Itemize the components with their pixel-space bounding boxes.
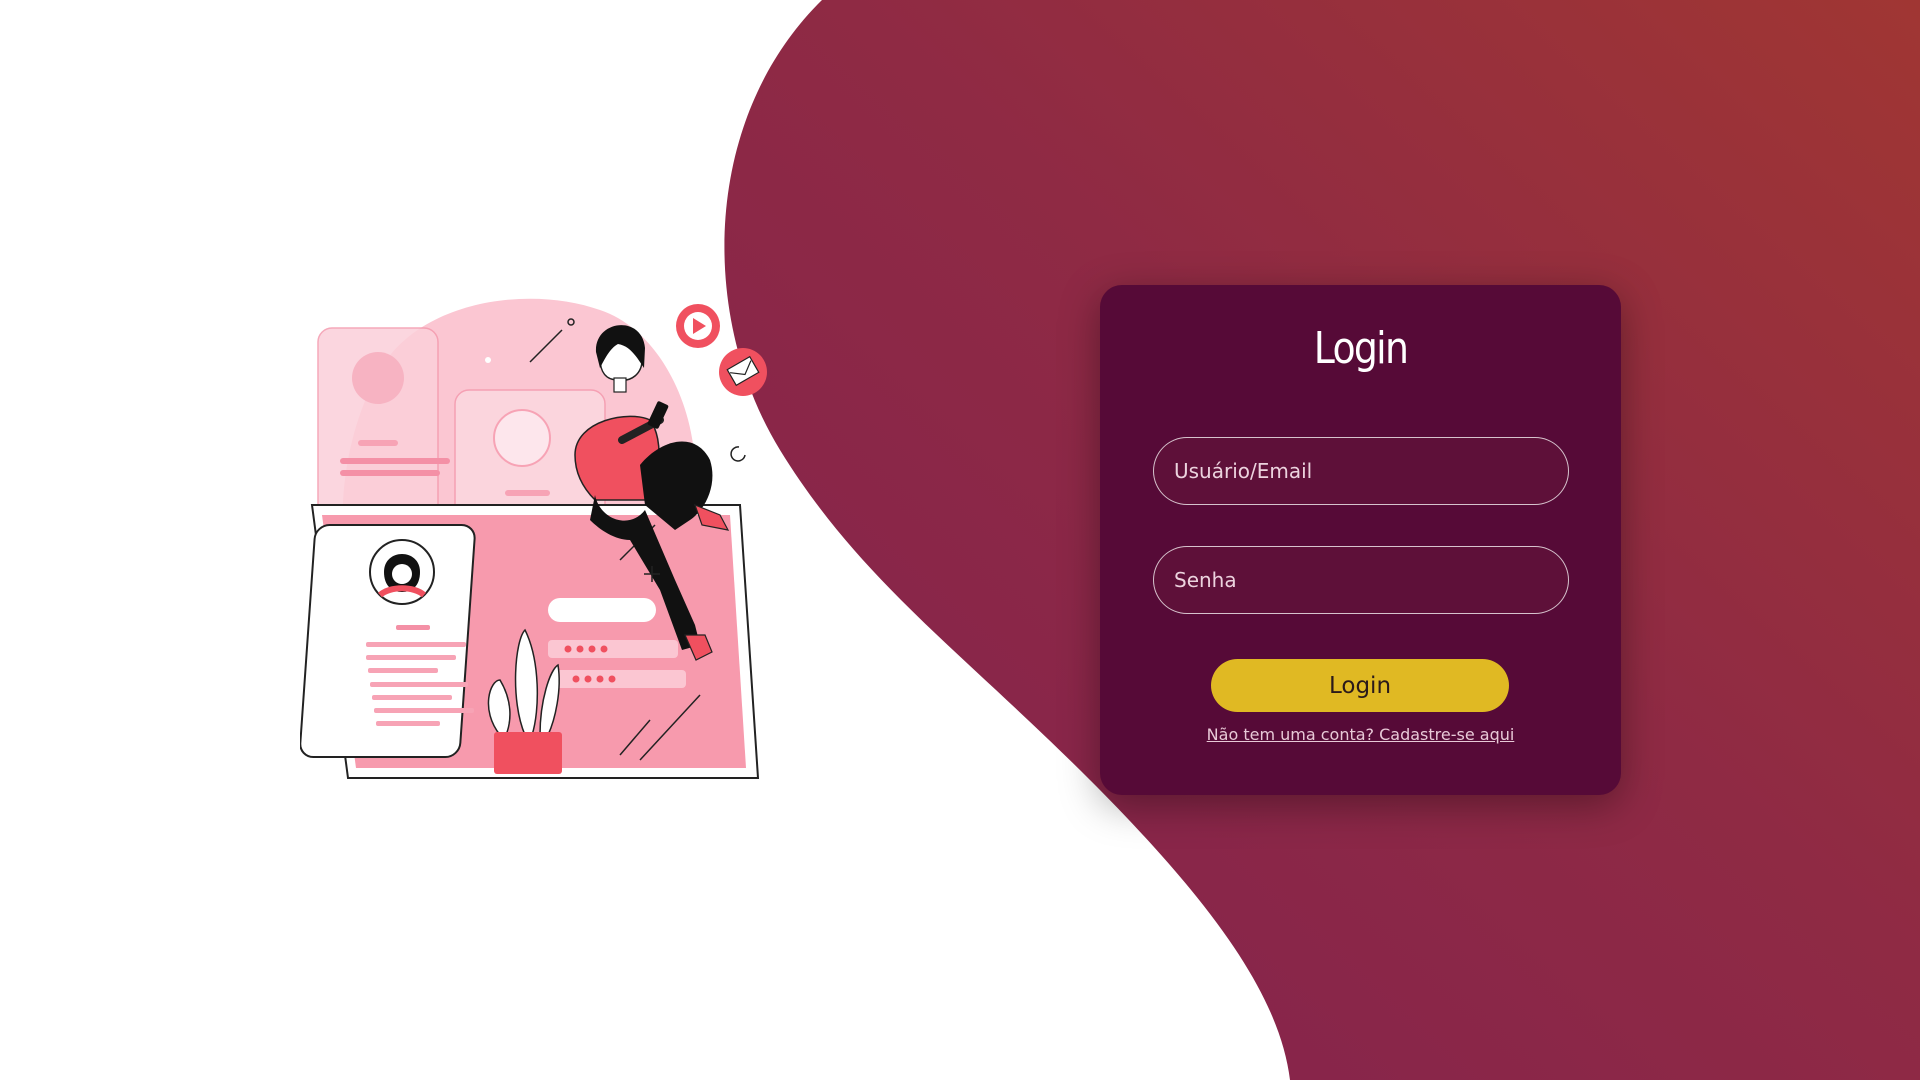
password-input[interactable] <box>1153 546 1569 614</box>
login-button[interactable]: Login <box>1211 659 1509 712</box>
login-illustration <box>300 298 767 779</box>
login-title: Login <box>1313 323 1409 374</box>
background-wave <box>724 0 1920 1080</box>
username-input[interactable] <box>1153 437 1569 505</box>
play-icon <box>676 304 720 348</box>
faded-avatar-icon <box>352 352 404 404</box>
login-page: Login Login Não tem uma conta? Cadastre-… <box>0 0 1920 1080</box>
tablet-input-pill <box>548 598 656 622</box>
login-card: Login Login Não tem uma conta? Cadastre-… <box>1100 285 1621 795</box>
signup-link[interactable]: Não tem uma conta? Cadastre-se aqui <box>1100 725 1621 744</box>
envelope-icon <box>719 348 767 396</box>
